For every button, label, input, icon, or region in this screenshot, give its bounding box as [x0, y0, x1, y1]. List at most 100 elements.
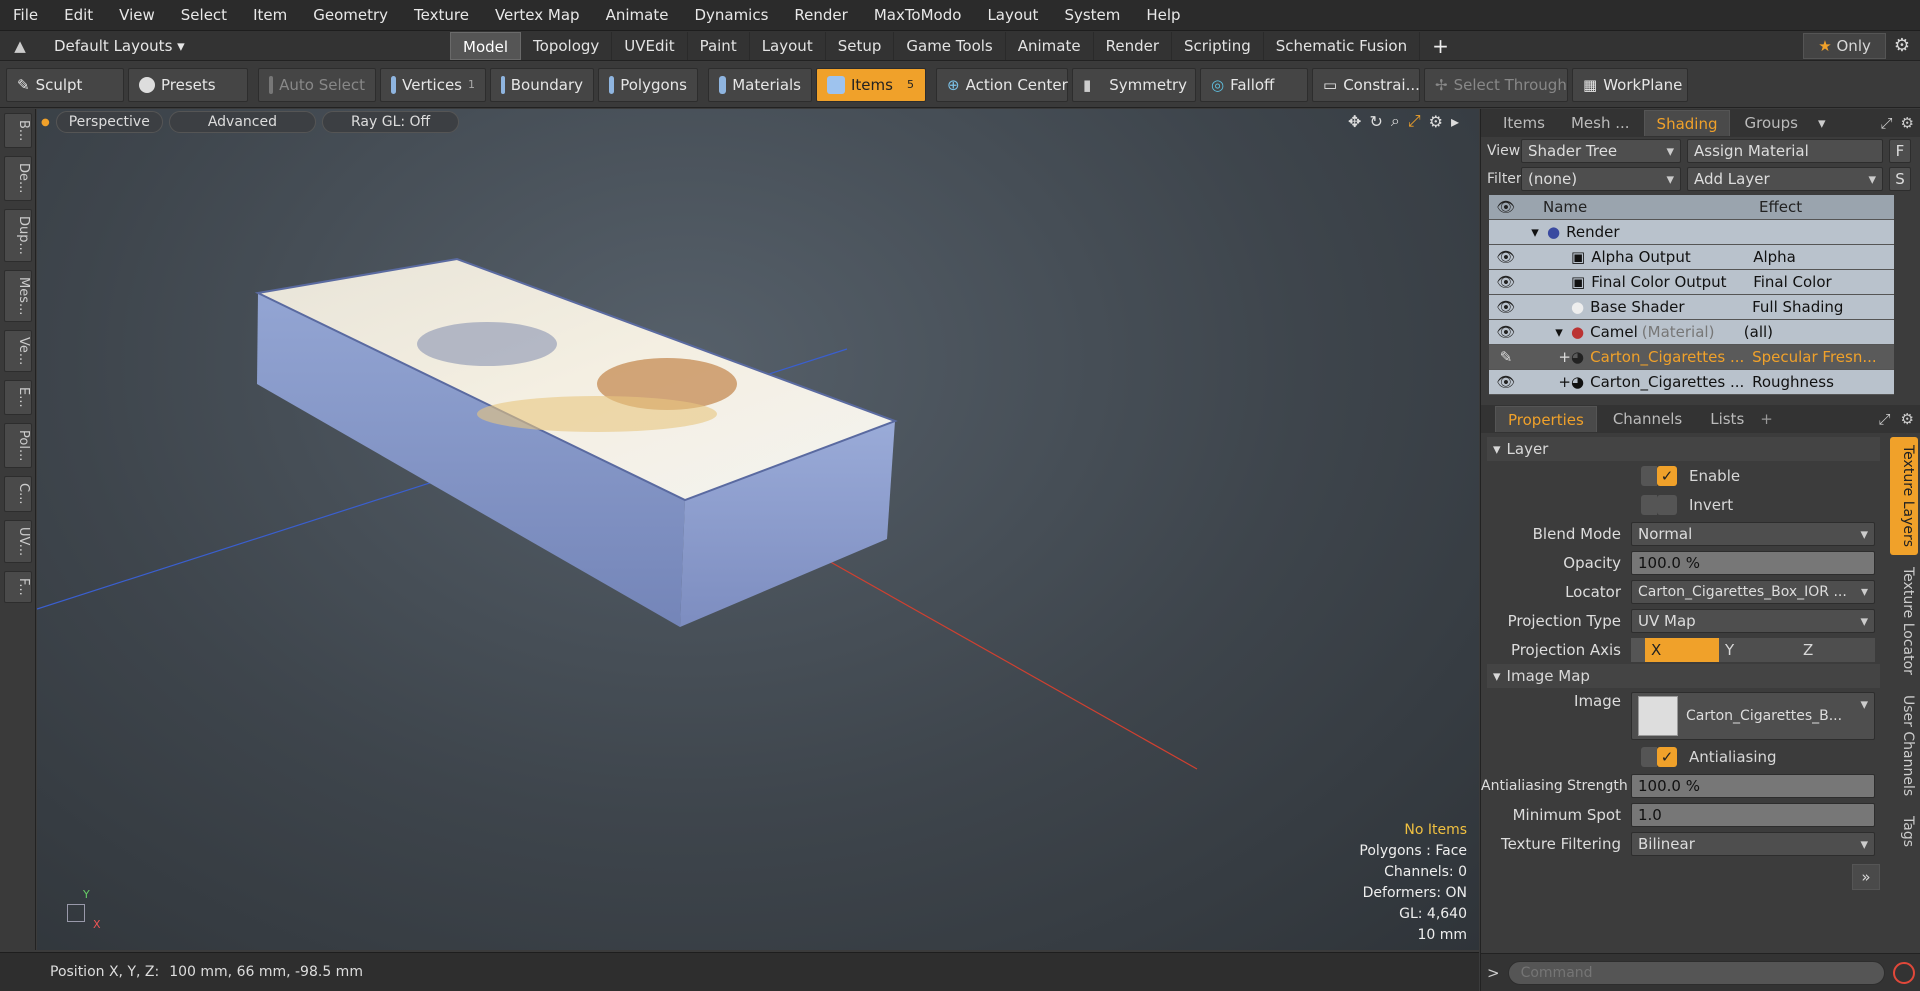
auto-select-button[interactable]: Auto Select	[258, 67, 376, 102]
tab-mesh[interactable]: Mesh ...	[1559, 110, 1642, 136]
pan-icon[interactable]: ✥	[1348, 112, 1361, 131]
tree-row-camel[interactable]: 👁 ▾ ● Camel (Material) (all)	[1489, 320, 1894, 345]
side-tab-user-channels[interactable]: User Channels	[1890, 687, 1918, 804]
tab-game-tools[interactable]: Game Tools	[894, 31, 1006, 60]
tab-model[interactable]: Model	[450, 31, 522, 60]
tree-row-base-shader[interactable]: 👁 ● Base Shader Full Shading	[1489, 295, 1894, 320]
tree-row-effect[interactable]: Full Shading	[1746, 298, 1894, 316]
projection-type-dropdown[interactable]: UV Map	[1631, 608, 1875, 633]
menu-dynamics[interactable]: Dynamics	[681, 0, 781, 31]
more-button[interactable]: »	[1852, 864, 1880, 890]
menu-vertex-map[interactable]: Vertex Map	[482, 0, 593, 31]
tab-channels[interactable]: Channels	[1601, 406, 1694, 432]
tree-row-carton-roughness[interactable]: 👁 + ◕ Carton_Cigarettes ... Roughness	[1489, 370, 1894, 395]
add-layer-dropdown[interactable]: Add Layer	[1687, 167, 1883, 191]
menu-system[interactable]: System	[1051, 0, 1133, 31]
expand-icon[interactable]: ▾	[1523, 223, 1547, 241]
chevron-down-icon[interactable]: ▾	[1818, 114, 1826, 132]
left-tab-deform[interactable]: De...	[4, 156, 32, 201]
menu-help[interactable]: Help	[1133, 0, 1193, 31]
tree-row-effect[interactable]: Alpha	[1747, 248, 1894, 266]
constraints-button[interactable]: ▭ Constrai...	[1312, 67, 1420, 102]
viewport-dot-icon[interactable]: ●	[41, 117, 50, 128]
aa-strength-slider[interactable]: 100.0 %	[1631, 773, 1875, 798]
presets-button[interactable]: Presets	[128, 67, 248, 102]
layout-selector[interactable]: Default Layouts ▾	[40, 37, 450, 55]
command-input[interactable]	[1507, 960, 1885, 985]
menu-layout[interactable]: Layout	[974, 0, 1051, 31]
left-tab-uv[interactable]: UV...	[4, 519, 32, 563]
items-button[interactable]: Items 5	[816, 67, 926, 102]
polygons-button[interactable]: Polygons	[598, 67, 698, 102]
left-tab-curve[interactable]: C...	[4, 476, 32, 512]
select-through-button[interactable]: ✢ Select Through	[1424, 67, 1568, 102]
tree-row-carton-specular[interactable]: ✎ + ◕ Carton_Cigarettes ... Specular Fre…	[1489, 345, 1894, 370]
gear-icon[interactable]: ⚙	[1901, 410, 1914, 428]
tree-row-effect[interactable]: Final Color	[1747, 273, 1894, 291]
boundary-button[interactable]: Boundary	[490, 67, 594, 102]
eye-icon[interactable]: 👁	[1489, 248, 1523, 266]
tab-topology[interactable]: Topology	[521, 31, 613, 60]
menu-file[interactable]: File	[0, 0, 51, 31]
locator-dropdown[interactable]: Carton_Cigarettes_Box_IOR ...	[1631, 579, 1875, 604]
menu-item[interactable]: Item	[240, 0, 300, 31]
tab-schematic-fusion[interactable]: Schematic Fusion	[1264, 31, 1421, 60]
left-tab-duplicate[interactable]: Dup...	[4, 208, 32, 262]
tab-scripting[interactable]: Scripting	[1172, 31, 1264, 60]
left-tab-fusion[interactable]: F...	[4, 570, 32, 603]
tex-filter-dropdown[interactable]: Bilinear	[1631, 831, 1875, 856]
menu-render[interactable]: Render	[781, 0, 860, 31]
min-spot-slider[interactable]: 1.0	[1631, 802, 1875, 827]
rotate-icon[interactable]: ↻	[1369, 112, 1382, 131]
advanced-button[interactable]: Advanced	[168, 111, 316, 133]
tab-layout[interactable]: Layout	[750, 31, 826, 60]
side-tab-texture-locator[interactable]: Texture Locator	[1890, 559, 1918, 683]
tree-row-effect[interactable]: Specular Fresn...	[1746, 348, 1894, 366]
side-tab-texture-layers[interactable]: Texture Layers	[1890, 437, 1918, 556]
axis-x-button[interactable]: X	[1645, 637, 1719, 662]
eye-icon[interactable]: 👁	[1489, 273, 1523, 291]
axis-y-button[interactable]: Y	[1719, 637, 1797, 662]
enable-checkbox[interactable]: ✓	[1657, 465, 1677, 486]
only-toggle[interactable]: ★ Only	[1803, 32, 1886, 59]
3d-viewport[interactable]: ● Perspective Advanced Ray GL: Off ✥ ↻ ⌕…	[37, 109, 1479, 950]
menu-select[interactable]: Select	[168, 0, 240, 31]
falloff-button[interactable]: ◎ Falloff	[1200, 67, 1308, 102]
tab-properties[interactable]: Properties	[1495, 406, 1597, 432]
menu-geometry[interactable]: Geometry	[300, 0, 401, 31]
tab-lists[interactable]: Lists	[1698, 406, 1756, 432]
axis-z-button[interactable]: Z	[1797, 637, 1875, 662]
f-button[interactable]: F	[1889, 139, 1911, 163]
maximize-icon[interactable]: ⤢	[1879, 410, 1891, 428]
expand-arrow-icon[interactable]: ▸	[1451, 112, 1459, 131]
tab-shading[interactable]: Shading	[1643, 110, 1731, 136]
menu-edit[interactable]: Edit	[51, 0, 106, 31]
eye-icon[interactable]: 👁	[1489, 298, 1523, 316]
sculpt-button[interactable]: ✎ Sculpt	[6, 67, 124, 102]
eye-icon[interactable]: 👁	[1489, 373, 1523, 391]
image-dropdown[interactable]: Carton_Cigarettes_B...	[1631, 692, 1875, 740]
menu-maxtomodo[interactable]: MaxToModo	[861, 0, 975, 31]
maximize-icon[interactable]: ⤢	[1881, 114, 1893, 132]
image-map-section-header[interactable]: ▾ Image Map	[1487, 664, 1880, 688]
tab-animate[interactable]: Animate	[1006, 31, 1094, 60]
eye-icon[interactable]: 👁	[1489, 323, 1523, 341]
workplane-button[interactable]: ▦ WorkPlane	[1572, 67, 1688, 102]
add-tab-icon[interactable]: +	[1760, 410, 1773, 428]
opacity-slider[interactable]: 100.0 %	[1631, 550, 1875, 575]
antialiasing-checkbox[interactable]: ✓	[1657, 746, 1677, 767]
action-center-button[interactable]: ⊕ Action Center	[936, 67, 1068, 102]
vertices-button[interactable]: Vertices 1	[380, 67, 486, 102]
tree-row-final-color[interactable]: 👁 ▣ Final Color Output Final Color	[1489, 270, 1894, 295]
record-icon[interactable]	[1893, 961, 1915, 984]
left-tab-polygon[interactable]: Pol...	[4, 422, 32, 469]
blend-mode-dropdown[interactable]: Normal	[1631, 521, 1875, 546]
view-dropdown[interactable]: Shader Tree	[1521, 139, 1681, 163]
layer-section-header[interactable]: ▾ Layer	[1487, 437, 1880, 461]
paint-brush-icon[interactable]: ✎	[1489, 348, 1523, 366]
menu-animate[interactable]: Animate	[593, 0, 682, 31]
fit-icon[interactable]: ⤢	[1408, 111, 1421, 131]
zoom-icon[interactable]: ⌕	[1391, 111, 1400, 131]
tab-setup[interactable]: Setup	[826, 31, 895, 60]
left-tab-edge[interactable]: E...	[4, 380, 32, 415]
